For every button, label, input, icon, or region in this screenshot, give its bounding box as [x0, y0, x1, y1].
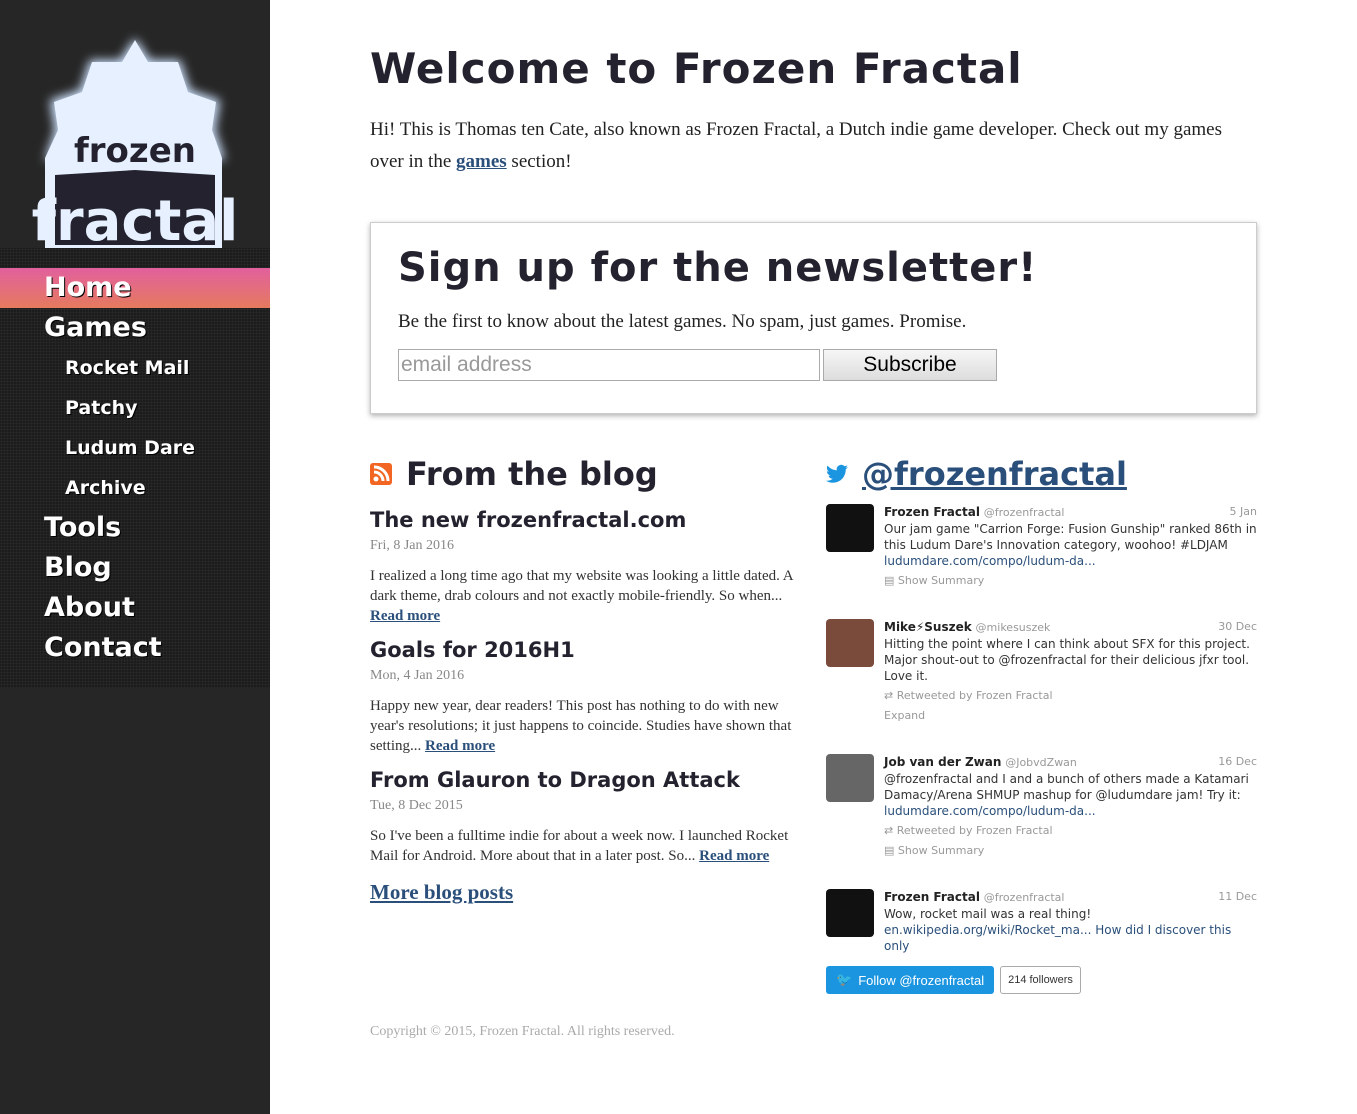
avatar[interactable] [826, 619, 874, 667]
page-title: Welcome to Frozen Fractal [370, 44, 1023, 93]
newsletter-text: Be the first to know about the latest ga… [398, 311, 967, 332]
tweet-link[interactable]: en.wikipedia.org/wiki/Rocket_ma... How d… [884, 922, 1257, 954]
nav-item-games[interactable]: Games [0, 308, 270, 348]
tweet-handle[interactable]: @JobvdZwan [1005, 756, 1077, 769]
nav-item-ludum-dare[interactable]: Ludum Dare [0, 428, 270, 468]
tweet-expand[interactable]: ▤ Show Summary [884, 573, 1257, 589]
nav-item-archive[interactable]: Archive [0, 468, 270, 508]
email-input[interactable] [398, 349, 820, 381]
tweet-link[interactable]: ludumdare.com/compo/ludum-da... [884, 803, 1257, 819]
tweet-expand[interactable]: Expand [884, 708, 1257, 724]
intro-text: Hi! This is Thomas ten Cate, also known … [370, 119, 1222, 172]
sidebar: frozen fractal Home Games Rocket Mail Patch… [0, 0, 270, 1114]
games-link[interactable]: games [456, 151, 507, 172]
blog-post: From Glauron to Dragon Attack Tue, 8 Dec … [370, 768, 800, 866]
tweet-author[interactable]: Mike⚡Suszek [884, 620, 972, 634]
svg-text:frozen: frozen [74, 131, 196, 171]
summary-icon: ▤ [884, 844, 898, 857]
tweet-author[interactable]: Frozen Fractal [884, 890, 980, 904]
svg-text:fractal: fractal [32, 189, 239, 250]
twitter-section: @frozenfractal Frozen Fractal @frozenfra… [826, 452, 1257, 994]
post-date: Mon, 4 Jan 2016 [370, 668, 465, 683]
nav-item-contact[interactable]: Contact [0, 628, 270, 668]
more-blog-posts-link[interactable]: More blog posts [370, 880, 800, 905]
tweet-date[interactable]: 16 Dec [1218, 754, 1257, 771]
tweet-text: Our jam game "Carrion Forge: Fusion Guns… [884, 522, 1257, 552]
copyright: Copyright © 2015, Frozen Fractal. All ri… [370, 1024, 675, 1039]
tweet-handle[interactable]: @mikesuszek [976, 621, 1051, 634]
post-date: Tue, 8 Dec 2015 [370, 798, 463, 813]
newsletter-title: Sign up for the newsletter! [398, 245, 1038, 291]
followers-count[interactable]: 214 followers [1000, 966, 1081, 994]
tweet: Frozen Fractal @frozenfractal 5 Jan Our ja… [826, 504, 1257, 589]
tweet-date[interactable]: 5 Jan [1230, 504, 1257, 521]
tweet-date[interactable]: 11 Dec [1218, 889, 1257, 906]
blog-post: The new frozenfractal.com Fri, 8 Jan 2016… [370, 508, 800, 626]
tweet-author[interactable]: Job van der Zwan [884, 755, 1001, 769]
twitter-bird-icon [826, 464, 848, 483]
nav-item-tools[interactable]: Tools [0, 508, 270, 548]
tweet-text: @frozenfractal and I and a bunch of othe… [884, 772, 1249, 802]
post-title[interactable]: The new frozenfractal.com [370, 508, 800, 532]
blog-title: From the blog [406, 455, 658, 493]
post-date: Fri, 8 Jan 2016 [370, 538, 454, 553]
rss-icon [370, 463, 392, 485]
tweet-author[interactable]: Frozen Fractal [884, 505, 980, 519]
tweet-link[interactable]: ludumdare.com/compo/ludum-da... [884, 553, 1257, 569]
tweet-date[interactable]: 30 Dec [1218, 619, 1257, 636]
read-more-link[interactable]: Read more [699, 848, 769, 864]
retweet-label: ⇄ Retweeted by Frozen Fractal [884, 689, 1053, 702]
summary-icon: ▤ [884, 574, 898, 587]
post-title[interactable]: From Glauron to Dragon Attack [370, 768, 800, 792]
nav-item-home[interactable]: Home [0, 268, 270, 308]
post-title[interactable]: Goals for 2016H1 [370, 638, 800, 662]
tweet: Mike⚡Suszek @mikesuszek 30 Dec Hitting the… [826, 619, 1257, 724]
tweet-handle[interactable]: @frozenfractal [984, 891, 1065, 904]
nav-item-blog[interactable]: Blog [0, 548, 270, 588]
avatar[interactable] [826, 504, 874, 552]
tweet-text: Wow, rocket mail was a real thing! [884, 907, 1092, 921]
twitter-handle-link[interactable]: @frozenfractal [862, 455, 1127, 493]
subscribe-button[interactable]: Subscribe [823, 349, 997, 381]
tweet: Frozen Fractal @frozenfractal 11 Dec Wow, … [826, 889, 1257, 954]
retweet-icon: ⇄ [884, 824, 897, 837]
newsletter-box: Sign up for the newsletter! Be the first… [370, 222, 1257, 414]
twitter-bird-icon: 🐦 [836, 972, 853, 987]
nav-item-rocket-mail[interactable]: Rocket Mail [0, 348, 270, 388]
blog-section: From the blog The new frozenfractal.com F… [370, 452, 800, 905]
follow-button[interactable]: 🐦 Follow @frozenfractal [826, 966, 995, 994]
avatar[interactable] [826, 889, 874, 937]
tweet-list[interactable]: Frozen Fractal @frozenfractal 5 Jan Our ja… [826, 504, 1257, 964]
tweet-text: Hitting the point where I can think abou… [884, 637, 1250, 683]
tweet-handle[interactable]: @frozenfractal [984, 506, 1065, 519]
nav-item-patchy[interactable]: Patchy [0, 388, 270, 428]
read-more-link[interactable]: Read more [370, 608, 440, 624]
post-excerpt: So I've been a fulltime indie for about … [370, 828, 789, 864]
blog-post: Goals for 2016H1 Mon, 4 Jan 2016 Happy new… [370, 638, 800, 756]
frozen-fractal-logo[interactable]: frozen fractal [30, 30, 240, 250]
tweet: Job van der Zwan @JobvdZwan 16 Dec @frozen… [826, 754, 1257, 859]
retweet-icon: ⇄ [884, 689, 897, 702]
retweet-label: ⇄ Retweeted by Frozen Fractal [884, 824, 1053, 837]
post-excerpt: I realized a long time ago that my websi… [370, 568, 793, 624]
read-more-link[interactable]: Read more [425, 738, 495, 754]
avatar[interactable] [826, 754, 874, 802]
post-excerpt: Happy new year, dear readers! This post … [370, 698, 792, 754]
nav-item-about[interactable]: About [0, 588, 270, 628]
tweet-expand[interactable]: ▤ Show Summary [884, 843, 1257, 859]
